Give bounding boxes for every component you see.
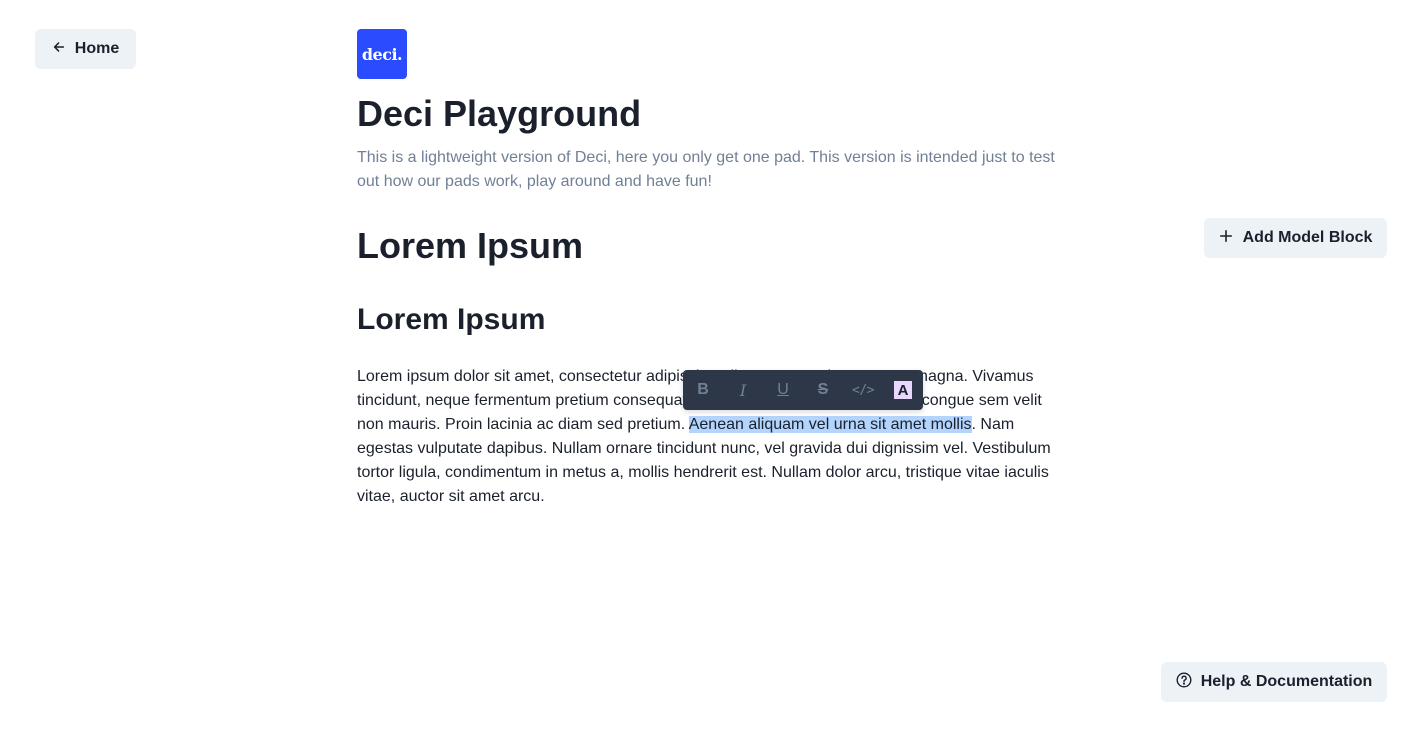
home-button[interactable]: Home — [35, 29, 136, 69]
page-title: Deci Playground — [357, 93, 642, 134]
help-documentation-label: Help & Documentation — [1200, 673, 1373, 690]
highlight-icon: A — [894, 381, 912, 399]
code-button[interactable]: </> — [843, 370, 883, 410]
page-description: This is a lightweight version of Deci, h… — [357, 149, 1055, 190]
italic-button[interactable]: I — [723, 370, 763, 410]
highlight-button[interactable]: A — [883, 370, 923, 410]
selected-text[interactable]: Aenean aliquam vel urna sit amet mollis — [688, 416, 972, 433]
strikethrough-button[interactable]: S — [803, 370, 843, 410]
help-documentation-button[interactable]: Help & Documentation — [1161, 662, 1387, 702]
pad-heading-1[interactable]: Lorem Ipsum — [357, 224, 583, 268]
bold-button[interactable]: B — [683, 370, 723, 410]
logo-text: deci. — [361, 44, 403, 64]
add-model-block-label: Add Model Block — [1242, 229, 1373, 246]
deci-logo: deci. — [357, 29, 407, 79]
home-label: Home — [74, 40, 120, 57]
add-model-block-button[interactable]: Add Model Block — [1204, 218, 1387, 258]
plus-icon — [1219, 229, 1233, 248]
question-circle-icon — [1176, 671, 1192, 693]
underline-button[interactable]: U — [763, 370, 803, 410]
pad-heading-2[interactable]: Lorem Ipsum — [357, 302, 545, 338]
arrow-left-icon — [52, 40, 66, 59]
format-toolbar: B I U S </> A — [683, 370, 923, 410]
